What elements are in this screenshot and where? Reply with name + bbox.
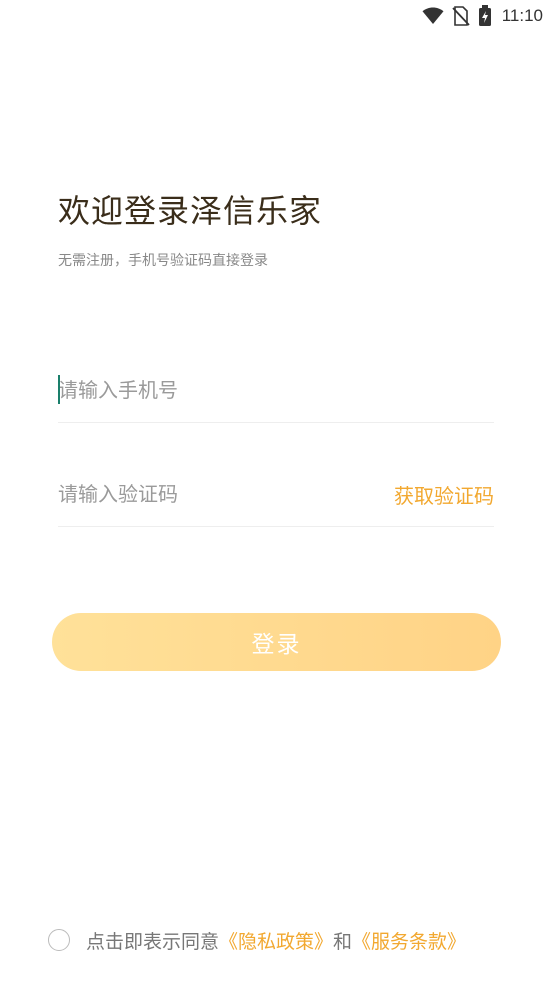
phone-input[interactable] (58, 358, 494, 422)
welcome-title: 欢迎登录泽信乐家 (58, 192, 323, 230)
no-sim-icon (452, 6, 470, 26)
text-cursor (58, 375, 60, 404)
terms-of-service-link[interactable]: 《服务条款》 (352, 927, 466, 954)
agreement-prefix: 点击即表示同意 (86, 930, 220, 953)
code-input[interactable] (58, 462, 394, 526)
agreement-and: 和 (333, 930, 353, 953)
status-bar: 11:10 (0, 0, 553, 32)
battery-charging-icon (478, 5, 492, 27)
agree-checkbox[interactable] (48, 929, 70, 951)
welcome-subtitle: 无需注册，手机号验证码直接登录 (58, 253, 268, 269)
phone-field (58, 358, 494, 423)
get-code-button[interactable]: 获取验证码 (394, 480, 494, 509)
login-button[interactable]: 登录 (52, 613, 501, 671)
wifi-icon (422, 7, 444, 25)
agreement-row: 点击即表示同意 《隐私政策》 和 《服务条款》 (48, 925, 466, 955)
code-field: 获取验证码 (58, 462, 494, 527)
privacy-policy-link[interactable]: 《隐私政策》 (219, 927, 333, 954)
status-time: 11:10 (501, 6, 543, 25)
